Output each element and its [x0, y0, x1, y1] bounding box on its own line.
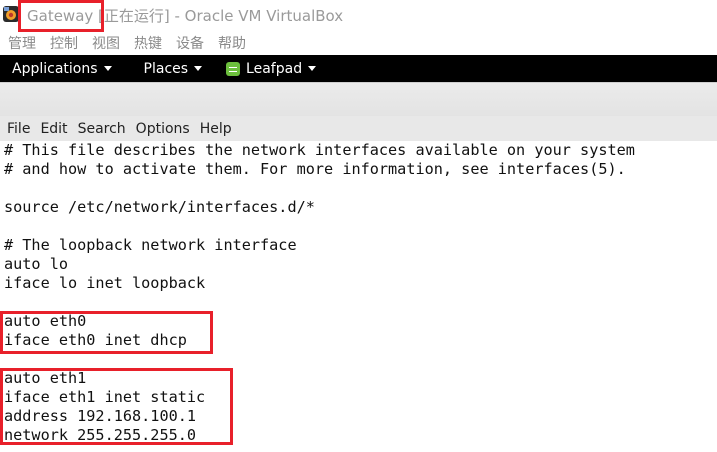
leafpad-menu-bar: File Edit Search Options Help [0, 116, 717, 142]
editor-line: # and how to activate them. For more inf… [4, 160, 626, 178]
leafpad-window-header[interactable] [0, 82, 717, 117]
leafpad-icon [226, 61, 241, 76]
menu-control[interactable]: 控制 [50, 31, 78, 55]
virtualbox-menu-bar: 管理 控制 视图 热键 设备 帮助 [0, 30, 717, 55]
chevron-down-icon [103, 66, 112, 71]
editor-line: # The loopback network interface [4, 236, 297, 254]
places-label: Places [143, 60, 189, 77]
menu-hotkeys[interactable]: 热键 [134, 31, 162, 55]
chevron-down-icon [308, 66, 317, 71]
menu-edit[interactable]: Edit [39, 119, 68, 139]
menu-help-leafpad[interactable]: Help [199, 119, 233, 139]
menu-manage[interactable]: 管理 [8, 31, 36, 55]
menu-file[interactable]: File [6, 119, 31, 139]
annotation-box-title [18, 0, 104, 32]
menu-search[interactable]: Search [77, 119, 127, 139]
editor-line: iface lo inet loopback [4, 274, 206, 292]
applications-menu[interactable]: Applications [12, 61, 112, 77]
editor-line: # This file describes the network interf… [4, 141, 635, 159]
places-menu[interactable]: Places [144, 61, 203, 77]
editor-line: source /etc/network/interfaces.d/* [4, 198, 315, 216]
annotation-box-eth0 [0, 311, 213, 354]
virtualbox-title-bar: Gateway [正在运行] - Oracle VM VirtualBox [0, 0, 717, 30]
app-menu-leafpad[interactable]: Leafpad [226, 60, 317, 77]
gnome-top-panel: Applications Places Leafpad [0, 55, 717, 82]
menu-devices[interactable]: 设备 [176, 31, 204, 55]
menu-options[interactable]: Options [135, 119, 191, 139]
menu-view[interactable]: 视图 [92, 31, 120, 55]
chevron-down-icon [194, 66, 203, 71]
editor-line: auto lo [4, 255, 69, 273]
applications-label: Applications [12, 60, 98, 77]
app-name-label: Leafpad [246, 60, 303, 77]
menu-help[interactable]: 帮助 [218, 31, 246, 55]
annotation-box-eth1 [0, 368, 233, 445]
